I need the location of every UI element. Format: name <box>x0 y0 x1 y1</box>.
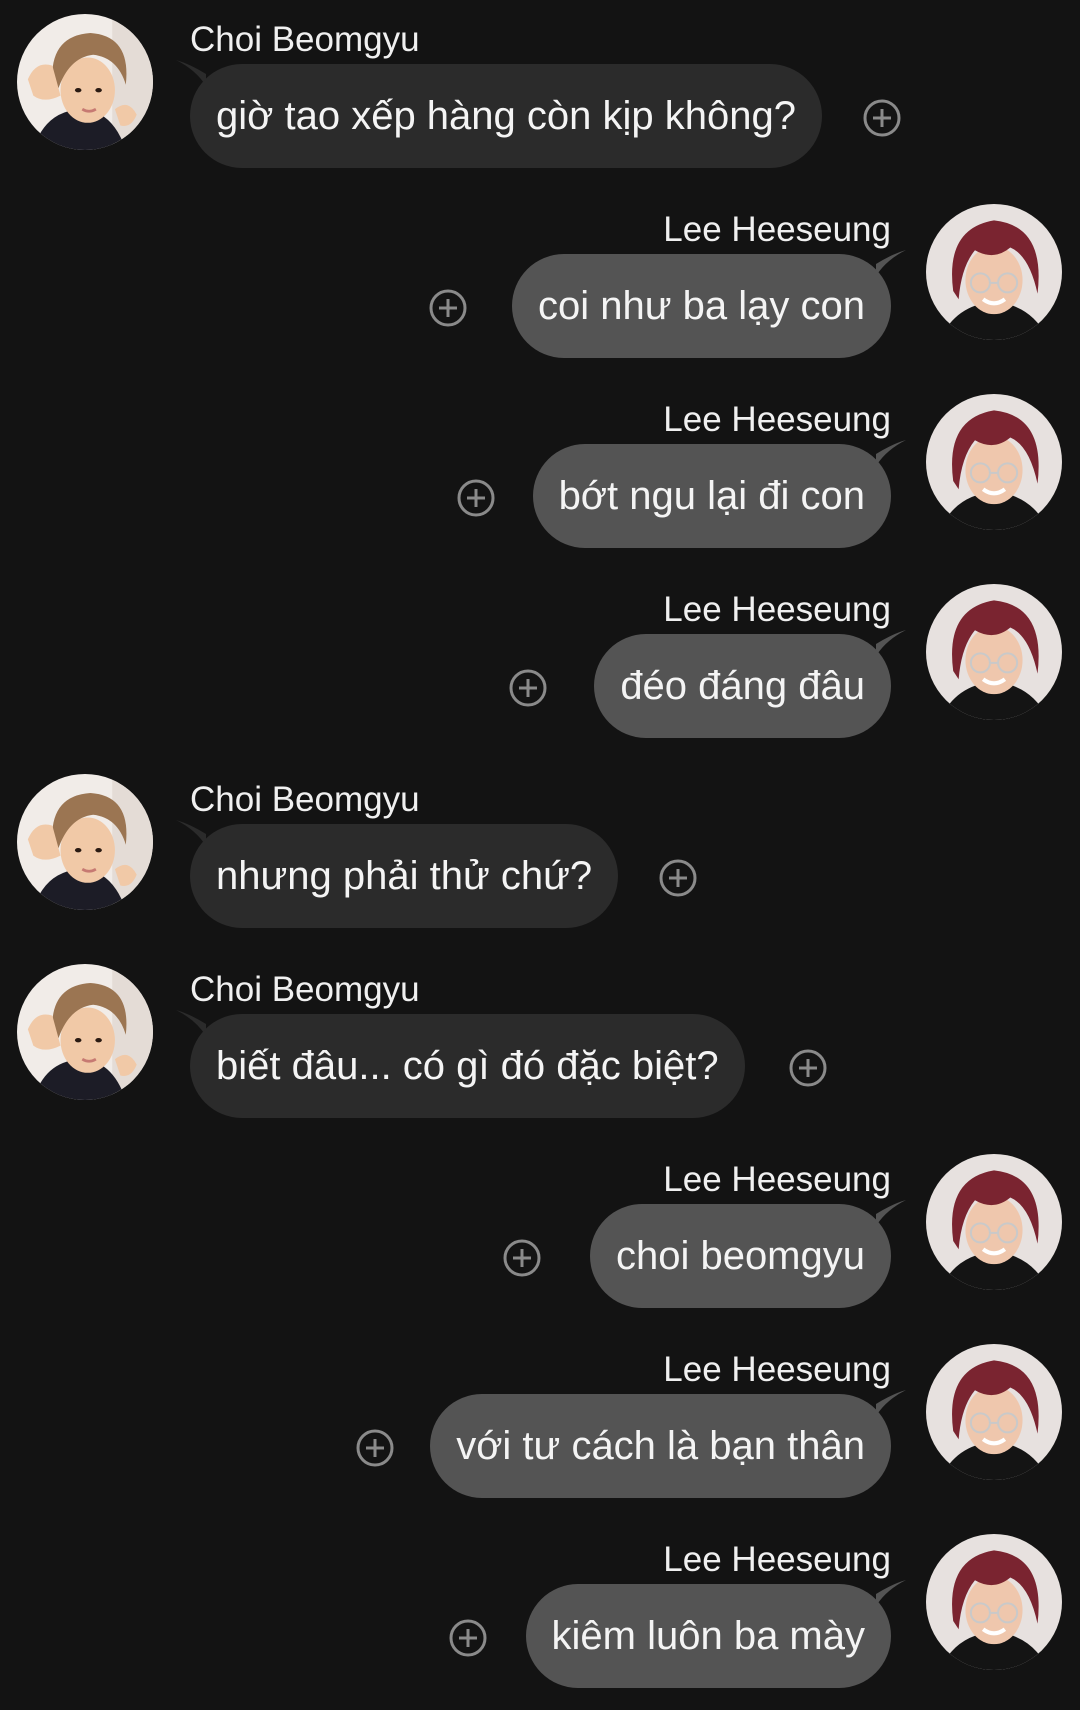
avatar-lee-heeseung[interactable] <box>926 394 1062 530</box>
chat-screen: { "colors": { "background": "#131313", "… <box>0 0 1080 1697</box>
bubble-tail <box>876 1580 906 1606</box>
add-reaction-icon[interactable] <box>658 858 698 898</box>
message-row: Lee Heeseung đéo đáng đâu <box>0 570 1080 760</box>
sender-name: Lee Heeseung <box>663 1350 891 1389</box>
bubble-tail <box>876 1200 906 1226</box>
message-bubble[interactable]: coi như ba lạy con <box>512 254 891 358</box>
add-reaction-icon[interactable] <box>355 1428 395 1468</box>
add-reaction-icon[interactable] <box>448 1618 488 1658</box>
message-row: Lee Heeseung kiêm luôn ba mày <box>0 1520 1080 1710</box>
message-bubble[interactable]: với tư cách là bạn thân <box>430 1394 891 1498</box>
avatar-lee-heeseung[interactable] <box>926 204 1062 340</box>
sender-name: Lee Heeseung <box>663 590 891 629</box>
sender-name: Choi Beomgyu <box>190 970 420 1009</box>
sender-name: Lee Heeseung <box>663 1540 891 1579</box>
message-text: nhưng phải thử chứ? <box>216 853 593 898</box>
message-text: coi như ba lạy con <box>538 283 865 328</box>
add-reaction-icon[interactable] <box>788 1048 828 1088</box>
message-text: giờ tao xếp hàng còn kịp không? <box>216 93 796 138</box>
sender-name: Lee Heeseung <box>663 1160 891 1199</box>
avatar-choi-beomgyu[interactable] <box>17 774 153 910</box>
sender-name: Lee Heeseung <box>663 210 891 249</box>
bubble-tail <box>876 630 906 656</box>
message-row: Lee Heeseung choi beomgyu <box>0 1140 1080 1330</box>
message-bubble[interactable]: choi beomgyu <box>589 1204 891 1308</box>
message-row: Lee Heeseung coi như ba lạy con <box>0 190 1080 380</box>
message-row: Choi Beomgyu giờ tao xếp hàng còn kịp kh… <box>0 0 1080 190</box>
message-row: Lee Heeseung với tư cách là bạn thân <box>0 1330 1080 1520</box>
message-bubble[interactable]: đéo đáng đâu <box>594 634 891 738</box>
message-text: choi beomgyu <box>615 1233 865 1278</box>
message-row: Lee Heeseung bớt ngu lại đi con <box>0 380 1080 570</box>
message-bubble[interactable]: nhưng phải thử chứ? <box>190 824 619 928</box>
sender-name: Choi Beomgyu <box>190 20 420 59</box>
avatar-choi-beomgyu[interactable] <box>17 14 153 150</box>
avatar-lee-heeseung[interactable] <box>926 1154 1062 1290</box>
add-reaction-icon[interactable] <box>502 1238 542 1278</box>
message-bubble[interactable]: giờ tao xếp hàng còn kịp không? <box>190 64 822 168</box>
bubble-tail <box>876 250 906 276</box>
message-text: biết đâu... có gì đó đặc biệt? <box>216 1043 719 1088</box>
add-reaction-icon[interactable] <box>428 288 468 328</box>
message-text: đéo đáng đâu <box>620 663 865 708</box>
sender-name: Choi Beomgyu <box>190 780 420 819</box>
bubble-tail <box>876 440 906 466</box>
message-bubble[interactable]: kiêm luôn ba mày <box>525 1584 891 1688</box>
add-reaction-icon[interactable] <box>456 478 496 518</box>
add-reaction-icon[interactable] <box>508 668 548 708</box>
sender-name: Lee Heeseung <box>663 400 891 439</box>
message-text: kiêm luôn ba mày <box>551 1613 865 1658</box>
message-row: Choi Beomgyu biết đâu... có gì đó đặc bi… <box>0 950 1080 1140</box>
message-bubble[interactable]: biết đâu... có gì đó đặc biệt? <box>190 1014 745 1118</box>
message-text: với tư cách là bạn thân <box>456 1423 865 1468</box>
message-text: bớt ngu lại đi con <box>558 473 865 518</box>
avatar-choi-beomgyu[interactable] <box>17 964 153 1100</box>
message-bubble[interactable]: bớt ngu lại đi con <box>532 444 891 548</box>
add-reaction-icon[interactable] <box>862 98 902 138</box>
bubble-tail <box>876 1390 906 1416</box>
avatar-lee-heeseung[interactable] <box>926 1344 1062 1480</box>
avatar-lee-heeseung[interactable] <box>926 1534 1062 1670</box>
avatar-lee-heeseung[interactable] <box>926 584 1062 720</box>
message-row: Choi Beomgyu nhưng phải thử chứ? <box>0 760 1080 950</box>
